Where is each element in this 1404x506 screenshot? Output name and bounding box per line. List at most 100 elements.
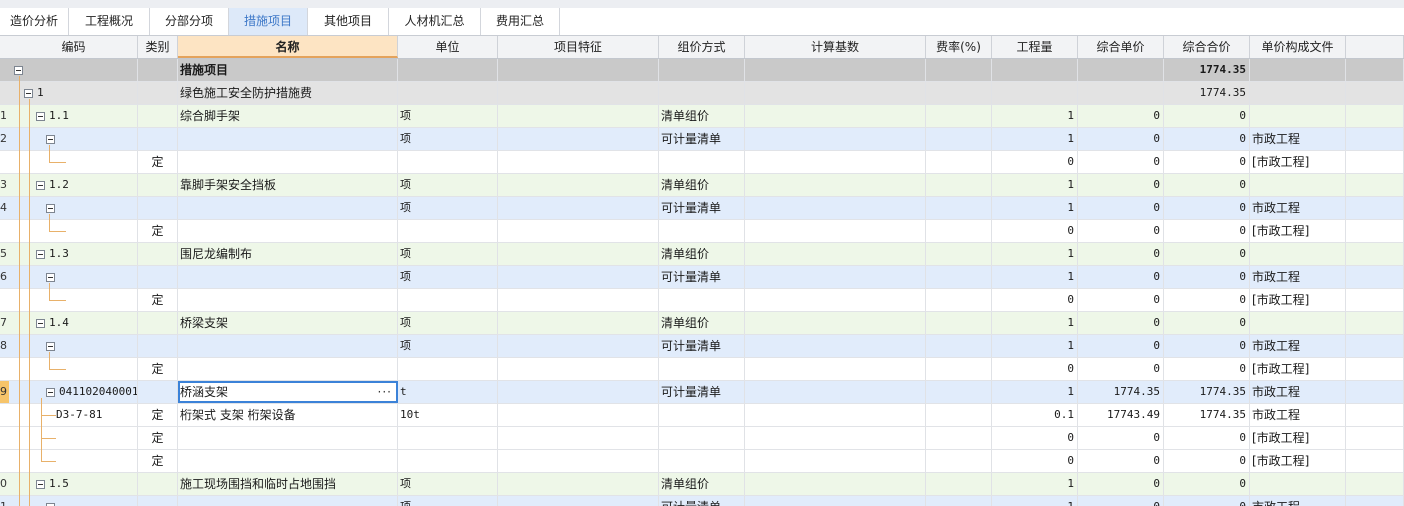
- minus-square-icon[interactable]: [36, 480, 45, 489]
- cell-base[interactable]: [745, 174, 926, 196]
- cell-unit[interactable]: 10t: [398, 404, 498, 426]
- cell-cat[interactable]: [138, 174, 178, 196]
- cell-method[interactable]: 清单组价: [659, 174, 745, 196]
- cell-feature[interactable]: [498, 59, 659, 81]
- cell-rate[interactable]: [926, 289, 992, 311]
- row-number[interactable]: 5: [0, 243, 9, 265]
- cell-feature[interactable]: [498, 381, 659, 403]
- cell-qty[interactable]: 1: [992, 105, 1078, 127]
- cell-total[interactable]: 0: [1164, 427, 1250, 449]
- tab-6[interactable]: 费用汇总: [481, 8, 560, 35]
- row-number[interactable]: 7: [0, 312, 9, 334]
- cell-qty[interactable]: 1: [992, 473, 1078, 495]
- cell-cat[interactable]: 定: [138, 289, 178, 311]
- cell-file[interactable]: [1250, 312, 1346, 334]
- cell-rate[interactable]: [926, 312, 992, 334]
- tab-3[interactable]: 措施项目: [229, 8, 308, 35]
- minus-square-icon[interactable]: [24, 89, 33, 98]
- cell-base[interactable]: [745, 404, 926, 426]
- cell-name[interactable]: 绿色施工安全防护措施费: [178, 82, 398, 104]
- cell-base[interactable]: [745, 59, 926, 81]
- cell-qty[interactable]: 1: [992, 266, 1078, 288]
- cell-qty[interactable]: 1: [992, 312, 1078, 334]
- cell-rate[interactable]: [926, 174, 992, 196]
- cell-total[interactable]: 0: [1164, 174, 1250, 196]
- cell-price[interactable]: [1078, 82, 1164, 104]
- cell-unit[interactable]: 项: [398, 312, 498, 334]
- row-number[interactable]: [0, 82, 9, 104]
- cell-method[interactable]: [659, 289, 745, 311]
- cell-base[interactable]: [745, 151, 926, 173]
- cell-unit[interactable]: [398, 59, 498, 81]
- row-number[interactable]: [0, 220, 9, 242]
- cell-price[interactable]: 0: [1078, 335, 1164, 357]
- cell-unit[interactable]: [398, 289, 498, 311]
- cell-name[interactable]: 综合脚手架: [178, 105, 398, 127]
- cell-base[interactable]: [745, 312, 926, 334]
- minus-square-icon[interactable]: [36, 319, 45, 328]
- cell-price[interactable]: 0: [1078, 174, 1164, 196]
- table-row[interactable]: 定 0 0 0 [市政工程]: [0, 450, 1404, 473]
- cell-file[interactable]: [1250, 243, 1346, 265]
- cell-rate[interactable]: [926, 82, 992, 104]
- cell-price[interactable]: 0: [1078, 358, 1164, 380]
- tab-5[interactable]: 人材机汇总: [389, 8, 481, 35]
- tab-2[interactable]: 分部分项: [150, 8, 229, 35]
- cell-total[interactable]: 1774.35: [1164, 381, 1250, 403]
- cell-name[interactable]: [178, 496, 398, 506]
- table-row[interactable]: 1 项 可计量清单 1 0 0 市政工程: [0, 496, 1404, 506]
- cell-rate[interactable]: [926, 128, 992, 150]
- cell-unit[interactable]: [398, 151, 498, 173]
- cell-qty[interactable]: 0: [992, 358, 1078, 380]
- cell-method[interactable]: 可计量清单: [659, 381, 745, 403]
- cell-method[interactable]: [659, 404, 745, 426]
- table-row[interactable]: 定 0 0 0 [市政工程]: [0, 289, 1404, 312]
- cell-name[interactable]: [178, 358, 398, 380]
- cell-cat[interactable]: [138, 266, 178, 288]
- cell-total[interactable]: 1774.35: [1164, 82, 1250, 104]
- cell-unit[interactable]: t: [398, 381, 498, 403]
- row-number[interactable]: [0, 358, 9, 380]
- cell-base[interactable]: [745, 427, 926, 449]
- cell-price[interactable]: 0: [1078, 128, 1164, 150]
- column-total-price-header[interactable]: 综合合价: [1164, 36, 1250, 58]
- cell-feature[interactable]: [498, 266, 659, 288]
- cell-base[interactable]: [745, 220, 926, 242]
- cell-unit[interactable]: [398, 427, 498, 449]
- cell-total[interactable]: 0: [1164, 197, 1250, 219]
- cell-base[interactable]: [745, 473, 926, 495]
- cell-cat[interactable]: [138, 473, 178, 495]
- cell-base[interactable]: [745, 289, 926, 311]
- table-row[interactable]: 定 0 0 0 [市政工程]: [0, 427, 1404, 450]
- cell-base[interactable]: [745, 128, 926, 150]
- cell-method[interactable]: 可计量清单: [659, 335, 745, 357]
- cell-total[interactable]: 0: [1164, 289, 1250, 311]
- cell-method[interactable]: 清单组价: [659, 105, 745, 127]
- cell-method[interactable]: [659, 59, 745, 81]
- cell-unit[interactable]: [398, 220, 498, 242]
- cell-name[interactable]: [178, 335, 398, 357]
- table-row[interactable]: 9 041102040001 桥涵支架 ··· t 可计量清单 1 1774.35 1774.3…: [0, 381, 1404, 404]
- table-row[interactable]: 定 0 0 0 [市政工程]: [0, 151, 1404, 174]
- cell-name[interactable]: 措施项目: [178, 59, 398, 81]
- cell-rate[interactable]: [926, 496, 992, 506]
- cell-file[interactable]: [市政工程]: [1250, 220, 1346, 242]
- cell-file[interactable]: [1250, 174, 1346, 196]
- cell-file[interactable]: 市政工程: [1250, 496, 1346, 506]
- cell-unit[interactable]: 项: [398, 266, 498, 288]
- cell-name[interactable]: [178, 197, 398, 219]
- cell-feature[interactable]: [498, 105, 659, 127]
- minus-square-icon[interactable]: [36, 181, 45, 190]
- cell-name[interactable]: [178, 220, 398, 242]
- cell-total[interactable]: 0: [1164, 473, 1250, 495]
- cell-method[interactable]: 可计量清单: [659, 266, 745, 288]
- cell-name[interactable]: [178, 266, 398, 288]
- cell-qty[interactable]: 1: [992, 335, 1078, 357]
- table-row[interactable]: 6 项 可计量清单 1 0 0 市政工程: [0, 266, 1404, 289]
- cell-file[interactable]: [市政工程]: [1250, 358, 1346, 380]
- cell-method[interactable]: [659, 82, 745, 104]
- cell-name[interactable]: 桁架式 支架 桁架设备: [178, 404, 398, 426]
- cell-method[interactable]: [659, 151, 745, 173]
- tab-1[interactable]: 工程概况: [69, 8, 150, 35]
- table-row[interactable]: 4 项 可计量清单 1 0 0 市政工程: [0, 197, 1404, 220]
